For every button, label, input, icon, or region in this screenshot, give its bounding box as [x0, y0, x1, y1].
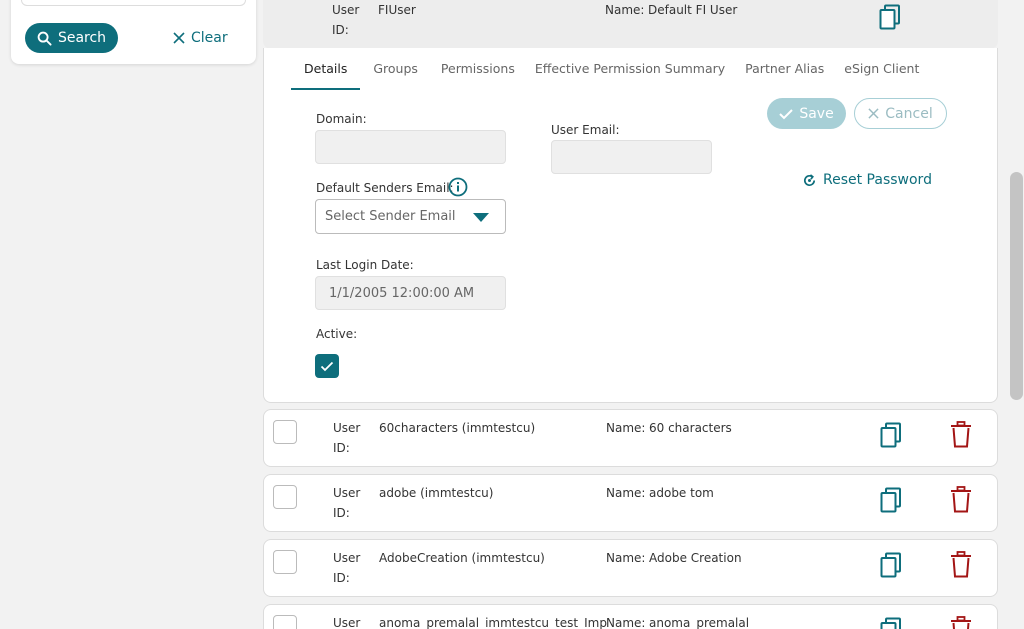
- row-checkbox[interactable]: [273, 615, 297, 629]
- trash-icon[interactable]: [950, 551, 972, 582]
- row-name: anoma_premalal: [649, 616, 750, 629]
- row-name: adobe tom: [649, 486, 714, 500]
- domain-label: Domain:: [316, 112, 367, 126]
- row-checkbox[interactable]: [273, 550, 297, 574]
- user-email-field: [551, 140, 712, 174]
- copy-icon[interactable]: [880, 617, 902, 629]
- clear-button[interactable]: Clear: [173, 23, 228, 53]
- save-button[interactable]: Save: [767, 98, 846, 129]
- row-name: 60 characters: [649, 421, 732, 435]
- tab-esign-client[interactable]: eSign Client: [834, 60, 929, 90]
- copy-icon[interactable]: [880, 487, 902, 517]
- check-icon: [320, 361, 334, 371]
- trash-icon[interactable]: [950, 486, 972, 517]
- name-label: Name:: [605, 3, 645, 17]
- sender-email-placeholder: Select Sender Email: [325, 209, 456, 224]
- name-value: Default FI User: [648, 3, 738, 17]
- domain-field: [315, 130, 506, 164]
- save-button-label: Save: [799, 105, 834, 122]
- tab-effective-permission-summary[interactable]: Effective Permission Summary: [525, 60, 735, 90]
- trash-icon[interactable]: [950, 616, 972, 629]
- user-details-panel: Details Groups Permissions Effective Per…: [263, 48, 998, 403]
- user-id-label: User: [332, 3, 360, 17]
- copy-icon[interactable]: [880, 422, 902, 452]
- copy-icon[interactable]: [879, 4, 901, 34]
- check-icon: [779, 108, 794, 119]
- default-senders-label: Default Senders Email:: [316, 181, 454, 195]
- search-button-label: Search: [57, 30, 107, 46]
- tab-groups[interactable]: Groups: [360, 60, 431, 90]
- reset-password-label: Reset Password: [823, 172, 932, 188]
- row-name-label: Name:: [606, 551, 646, 565]
- user-id-value: FIUser: [378, 3, 416, 17]
- row-name-label: Name:: [606, 421, 646, 435]
- close-icon: [173, 32, 185, 44]
- expanded-user-header[interactable]: User ID: FIUser Name: Default FI User: [263, 0, 998, 49]
- row-user-id: AdobeCreation (immtestcu): [379, 551, 545, 565]
- row-id-label: ID:: [333, 506, 350, 520]
- row-checkbox[interactable]: [273, 485, 297, 509]
- row-user-id: 60characters (immtestcu): [379, 421, 536, 435]
- clear-button-label: Clear: [191, 30, 228, 46]
- row-user-id: anoma_premalal_immtestcu_test_Imp: [379, 616, 607, 629]
- user-row[interactable]: User ID: 60characters (immtestcu) Name: …: [263, 409, 998, 467]
- row-name-label: Name:: [606, 616, 646, 629]
- search-icon: [37, 31, 52, 46]
- chevron-down-icon: [473, 213, 489, 222]
- search-input[interactable]: [21, 0, 246, 6]
- scrollbar-thumb[interactable]: [1010, 172, 1023, 400]
- close-icon: [868, 108, 879, 119]
- row-name-label: Name:: [606, 486, 646, 500]
- row-user-label: User: [333, 486, 361, 500]
- detail-tabs: Details Groups Permissions Effective Per…: [291, 60, 929, 90]
- user-row[interactable]: User ID: adobe (immtestcu) Name: adobe t…: [263, 474, 998, 532]
- tab-partner-alias[interactable]: Partner Alias: [735, 60, 834, 90]
- reset-password-link[interactable]: Reset Password: [802, 172, 932, 188]
- user-id-label-2: ID:: [332, 23, 349, 37]
- row-id-label: ID:: [333, 441, 350, 455]
- tab-permissions[interactable]: Permissions: [431, 60, 525, 90]
- search-button[interactable]: Search: [25, 23, 118, 53]
- user-email-label: User Email:: [551, 123, 620, 137]
- user-row[interactable]: User ID: AdobeCreation (immtestcu) Name:…: [263, 539, 998, 597]
- row-checkbox[interactable]: [273, 420, 297, 444]
- row-user-label: User: [333, 421, 361, 435]
- sender-email-select[interactable]: Select Sender Email: [315, 199, 506, 234]
- last-login-field: 1/1/2005 12:00:00 AM: [315, 276, 506, 310]
- last-login-label: Last Login Date:: [316, 258, 414, 272]
- active-label: Active:: [316, 327, 358, 341]
- cancel-button-label: Cancel: [885, 105, 933, 122]
- info-icon[interactable]: [448, 177, 468, 201]
- trash-icon[interactable]: [950, 421, 972, 452]
- cancel-button[interactable]: Cancel: [854, 98, 947, 129]
- tab-details[interactable]: Details: [291, 60, 361, 90]
- row-name: Adobe Creation: [649, 551, 742, 565]
- user-row[interactable]: User anoma_premalal_immtestcu_test_Imp N…: [263, 604, 998, 629]
- row-user-id: adobe (immtestcu): [379, 486, 494, 500]
- row-id-label: ID:: [333, 571, 350, 585]
- search-panel: Search Clear: [11, 0, 256, 64]
- copy-icon[interactable]: [880, 552, 902, 582]
- active-checkbox[interactable]: [315, 354, 339, 378]
- row-user-label: User: [333, 616, 361, 629]
- row-user-label: User: [333, 551, 361, 565]
- reset-icon: [803, 173, 816, 186]
